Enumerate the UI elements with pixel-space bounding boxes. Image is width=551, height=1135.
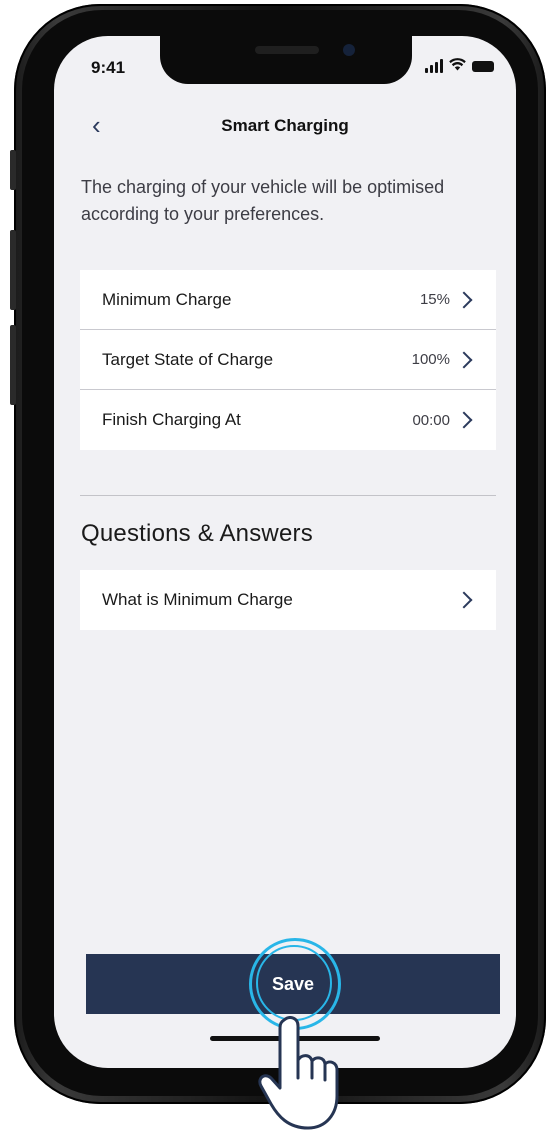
nav-bar: ‹ Smart Charging bbox=[54, 112, 516, 142]
app-screen: 9:41 ‹ Smart Charging The charging of yo… bbox=[54, 36, 516, 1068]
save-button-label: Save bbox=[271, 973, 315, 994]
setting-value: 100% bbox=[411, 351, 450, 368]
setting-label: Target State of Charge bbox=[102, 349, 274, 369]
chevron-right-icon bbox=[455, 591, 473, 609]
tap-hand-icon bbox=[258, 1016, 339, 1130]
qa-card: What is Minimum Charge bbox=[80, 570, 496, 630]
qa-section-title: Questions & Answers bbox=[81, 520, 313, 547]
volume-up-button bbox=[10, 230, 16, 310]
setting-label: Finish Charging At bbox=[102, 410, 241, 429]
wifi-icon bbox=[449, 58, 466, 74]
settings-card: Minimum Charge 15% Target State of Charg… bbox=[80, 270, 496, 450]
setting-row-minimum-charge[interactable]: Minimum Charge 15% bbox=[80, 270, 496, 330]
chevron-right-icon bbox=[455, 351, 473, 368]
camera bbox=[343, 44, 355, 56]
mute-switch bbox=[10, 150, 16, 190]
battery-icon bbox=[472, 60, 494, 72]
notch bbox=[160, 36, 412, 84]
setting-row-finish-charging-at[interactable]: Finish Charging At 00:00 bbox=[80, 390, 496, 450]
qa-item-what-is-minimum-charge[interactable]: What is Minimum Charge bbox=[80, 570, 496, 630]
setting-row-target-state-of-charge[interactable]: Target State of Charge 100% bbox=[80, 330, 496, 390]
setting-value: 00:00 bbox=[412, 411, 450, 429]
chevron-right-icon bbox=[455, 291, 473, 308]
intro-text: The charging of your vehicle will be opt… bbox=[81, 177, 445, 224]
page-title: Smart Charging bbox=[221, 116, 349, 135]
setting-value: 15% bbox=[419, 291, 450, 308]
status-icons bbox=[425, 58, 494, 74]
volume-down-button bbox=[10, 325, 16, 405]
speaker bbox=[255, 46, 319, 54]
setting-label: Minimum Charge bbox=[102, 289, 232, 309]
signal-icon bbox=[425, 59, 443, 73]
section-divider bbox=[80, 495, 496, 496]
qa-item-label: What is Minimum Charge bbox=[102, 590, 293, 609]
save-button[interactable]: Save bbox=[86, 938, 500, 1030]
status-time: 9:41 bbox=[91, 58, 126, 77]
chevron-right-icon bbox=[455, 411, 473, 429]
